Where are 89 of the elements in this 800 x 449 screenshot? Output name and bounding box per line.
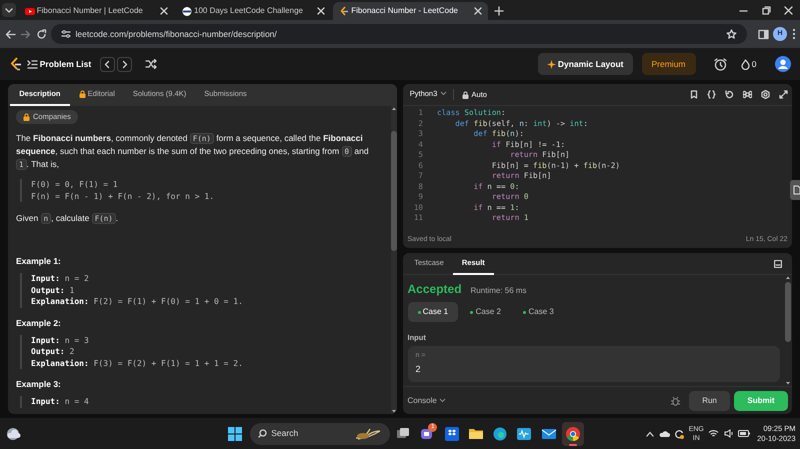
sparkle-icon (546, 60, 556, 68)
taskbar-search-field[interactable]: Search (250, 422, 390, 444)
example-line: Explanation: F(3) = F(2) + F(1) = 1 + 1 = 2. (31, 358, 244, 369)
next-icon[interactable] (117, 56, 132, 72)
lock-icon (23, 113, 30, 121)
scroll-down-icon (785, 381, 791, 386)
example-line: Input: n = 3 (31, 334, 90, 346)
settings-icon[interactable] (760, 90, 770, 99)
weather-icon[interactable] (4, 426, 20, 440)
wifi-icon[interactable] (708, 429, 720, 438)
logo-icon[interactable] (9, 57, 22, 71)
star-icon[interactable] (726, 28, 737, 40)
tab-title: Fibonacci Number | LeetCode (36, 5, 144, 17)
list-icon (26, 60, 38, 68)
input-value: 2 (416, 363, 422, 376)
scrollbar[interactable] (784, 275, 792, 386)
url-text: leetcode.com/problems/fibonacci-number/description/ (76, 28, 278, 40)
streak-counter[interactable]: 0 (740, 58, 756, 70)
expand-icon[interactable] (778, 90, 788, 99)
site-settings-icon (61, 29, 71, 39)
address-bar[interactable]: leetcode.com/problems/fibonacci-number/description/ (51, 24, 747, 44)
braces-icon[interactable] (706, 90, 716, 99)
close-icon[interactable] (784, 6, 794, 15)
close-icon[interactable] (474, 7, 482, 15)
example-line: Input: n = 4 (31, 396, 90, 408)
speaker-icon[interactable] (724, 429, 734, 438)
wave-app-icon (516, 426, 532, 442)
example-title: Example 1: (16, 255, 62, 267)
chevron-down-icon (439, 398, 446, 403)
side-panel-icon[interactable] (758, 28, 768, 40)
case-tab[interactable]: Case 1 (408, 302, 458, 322)
bookmark-icon[interactable] (690, 90, 698, 99)
back-icon[interactable] (4, 28, 16, 40)
layout-icon[interactable] (774, 260, 782, 268)
alarm-clock-icon[interactable] (714, 58, 728, 70)
new-tab-icon[interactable] (494, 6, 504, 16)
debug-icon[interactable] (671, 396, 680, 406)
tab-title: Fibonacci Number - LeetCode (351, 5, 459, 17)
previous-icon[interactable] (100, 56, 116, 72)
dropbox-app-icon (444, 426, 460, 442)
close-icon[interactable] (160, 7, 168, 15)
formula-line: F(n) = F(n - 1) + F(n - 2), for n > 1. (31, 190, 216, 202)
restore-icon[interactable] (762, 6, 771, 15)
chevron-down-icon (440, 91, 447, 96)
sync-icon[interactable] (674, 428, 684, 438)
console-button[interactable]: Console (408, 394, 446, 406)
chrome-app-icon (564, 426, 581, 442)
formula-line: F(0) = 0, F(1) = 1 (31, 179, 119, 190)
dynamic-layout-button[interactable]: Dynamic Layout (538, 52, 632, 76)
tab-favicon-icon (182, 6, 192, 16)
case-tab[interactable]: Case 2 (460, 302, 511, 322)
example-title: Example 2: (16, 316, 62, 328)
tab-search-icon[interactable] (2, 3, 16, 17)
windows-start-icon[interactable] (228, 426, 242, 440)
browser-tab[interactable]: Fibonacci Number | LeetCode (18, 2, 174, 20)
problem-list-button[interactable]: Problem List (26, 58, 92, 70)
feather-icon (354, 428, 382, 440)
example-title: Example 3: (16, 378, 62, 390)
example-line: Output: 2 (31, 346, 76, 358)
reset-icon[interactable] (724, 90, 734, 99)
tab-favicon-icon (24, 6, 34, 16)
result-status: Accepted (408, 280, 462, 298)
example-line: Explanation: F(2) = F(1) + F(0) = 1 + 0 = 1. (31, 296, 244, 308)
menu-icon[interactable] (792, 28, 796, 40)
edge-app-icon (492, 426, 508, 442)
file-icon[interactable] (790, 180, 800, 200)
search-icon (258, 429, 267, 438)
battery-icon[interactable] (738, 430, 750, 437)
runtime-text: Runtime: 56 ms (470, 284, 527, 296)
premium-button[interactable]: Premium (642, 52, 696, 76)
shuffle-icon[interactable] (144, 59, 157, 69)
tab-title: 100 Days LeetCode Challenge (194, 5, 304, 17)
cloud-icon[interactable] (658, 430, 670, 438)
lock-icon (462, 90, 470, 98)
close-icon[interactable] (316, 7, 325, 15)
case-tab[interactable]: Case 3 (513, 302, 564, 322)
run-button[interactable]: Run (689, 390, 730, 410)
reload-icon[interactable] (36, 28, 46, 40)
example-line: Input: n = 2 (31, 273, 90, 284)
scroll-down-icon (391, 409, 397, 414)
tab-favicon-icon (339, 6, 349, 16)
forward-icon[interactable] (20, 28, 31, 40)
taskbar-app[interactable] (562, 422, 584, 446)
chevron-up-icon[interactable] (646, 430, 654, 436)
browser-tab[interactable]: Fibonacci Number - LeetCode (333, 2, 488, 20)
browser-tab[interactable]: 100 Days LeetCode Challenge (176, 2, 331, 20)
scrollbar[interactable] (391, 106, 397, 414)
user-avatar-icon[interactable] (775, 56, 791, 72)
example-line: Output: 1 (31, 284, 76, 296)
